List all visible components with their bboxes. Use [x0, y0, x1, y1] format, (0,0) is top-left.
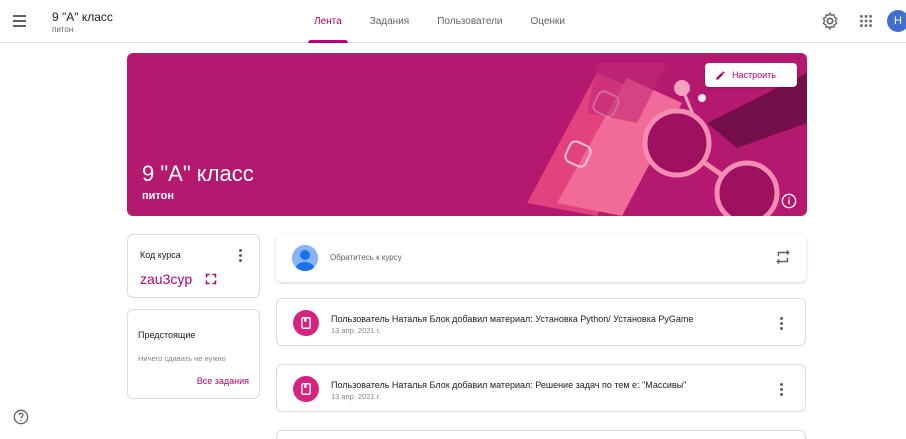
- post-date: 13 апр. 2021 г.: [331, 392, 381, 401]
- book-icon: [301, 383, 311, 395]
- upcoming-title: Предстоящие: [138, 330, 196, 340]
- stream-post[interactable]: Пользователь Наталья Блок добавил матери…: [276, 298, 806, 346]
- course-code-card: Код курса zau3cyp: [127, 234, 260, 298]
- banner-subtitle: питон: [142, 190, 175, 202]
- user-avatar: [292, 245, 318, 271]
- help-icon[interactable]: [13, 409, 29, 425]
- share-box[interactable]: Обратитесь к курсу: [276, 234, 806, 282]
- repost-icon[interactable]: [774, 248, 792, 266]
- tab-bar: Лента Задания Пользователи Оценки: [300, 0, 579, 43]
- top-app-bar: 9 "А" класс питон Лента Задания Пользова…: [0, 0, 906, 43]
- banner-title: 9 "А" класс: [142, 161, 254, 186]
- upcoming-empty-text: Ничего сдавать не нужно: [138, 354, 226, 363]
- tab-grades[interactable]: Оценки: [517, 0, 579, 43]
- material-icon: [293, 310, 319, 336]
- stream-post[interactable]: [276, 430, 806, 439]
- tab-people[interactable]: Пользователи: [423, 0, 516, 43]
- course-code-label: Код курса: [140, 250, 181, 260]
- apps-grid-icon[interactable]: [856, 11, 876, 31]
- book-icon: [301, 317, 311, 329]
- post-more-icon[interactable]: [775, 381, 787, 397]
- tab-stream[interactable]: Лента: [300, 0, 356, 43]
- class-title[interactable]: 9 "А" класс: [52, 10, 113, 24]
- upcoming-card: Предстоящие Ничего сдавать не нужно Все …: [127, 309, 260, 399]
- share-input[interactable]: Обратитесь к курсу: [330, 253, 402, 262]
- fullscreen-icon[interactable]: [205, 273, 217, 285]
- post-more-icon[interactable]: [775, 315, 787, 331]
- course-code-more-icon[interactable]: [234, 247, 246, 263]
- post-date: 13 апр. 2021 г.: [331, 326, 381, 335]
- stream-post[interactable]: Пользователь Наталья Блок добавил матери…: [276, 364, 806, 412]
- account-avatar[interactable]: Н: [887, 10, 906, 32]
- person-icon: [292, 245, 318, 271]
- post-title: Пользователь Наталья Блок добавил матери…: [331, 380, 687, 390]
- material-icon: [293, 376, 319, 402]
- view-all-link[interactable]: Все задания: [197, 376, 249, 386]
- menu-icon[interactable]: [10, 9, 34, 33]
- pencil-icon: [716, 70, 725, 80]
- info-icon[interactable]: [781, 193, 797, 209]
- class-banner: 9 "А" класс питон Настроить: [127, 53, 807, 216]
- customize-button[interactable]: Настроить: [705, 63, 797, 87]
- course-code-value: zau3cyp: [140, 271, 193, 287]
- class-subtitle: питон: [52, 25, 74, 34]
- customize-label: Настроить: [732, 70, 776, 80]
- gear-icon[interactable]: [820, 11, 840, 31]
- post-title: Пользователь Наталья Блок добавил матери…: [331, 314, 694, 324]
- tab-classwork[interactable]: Задания: [356, 0, 424, 43]
